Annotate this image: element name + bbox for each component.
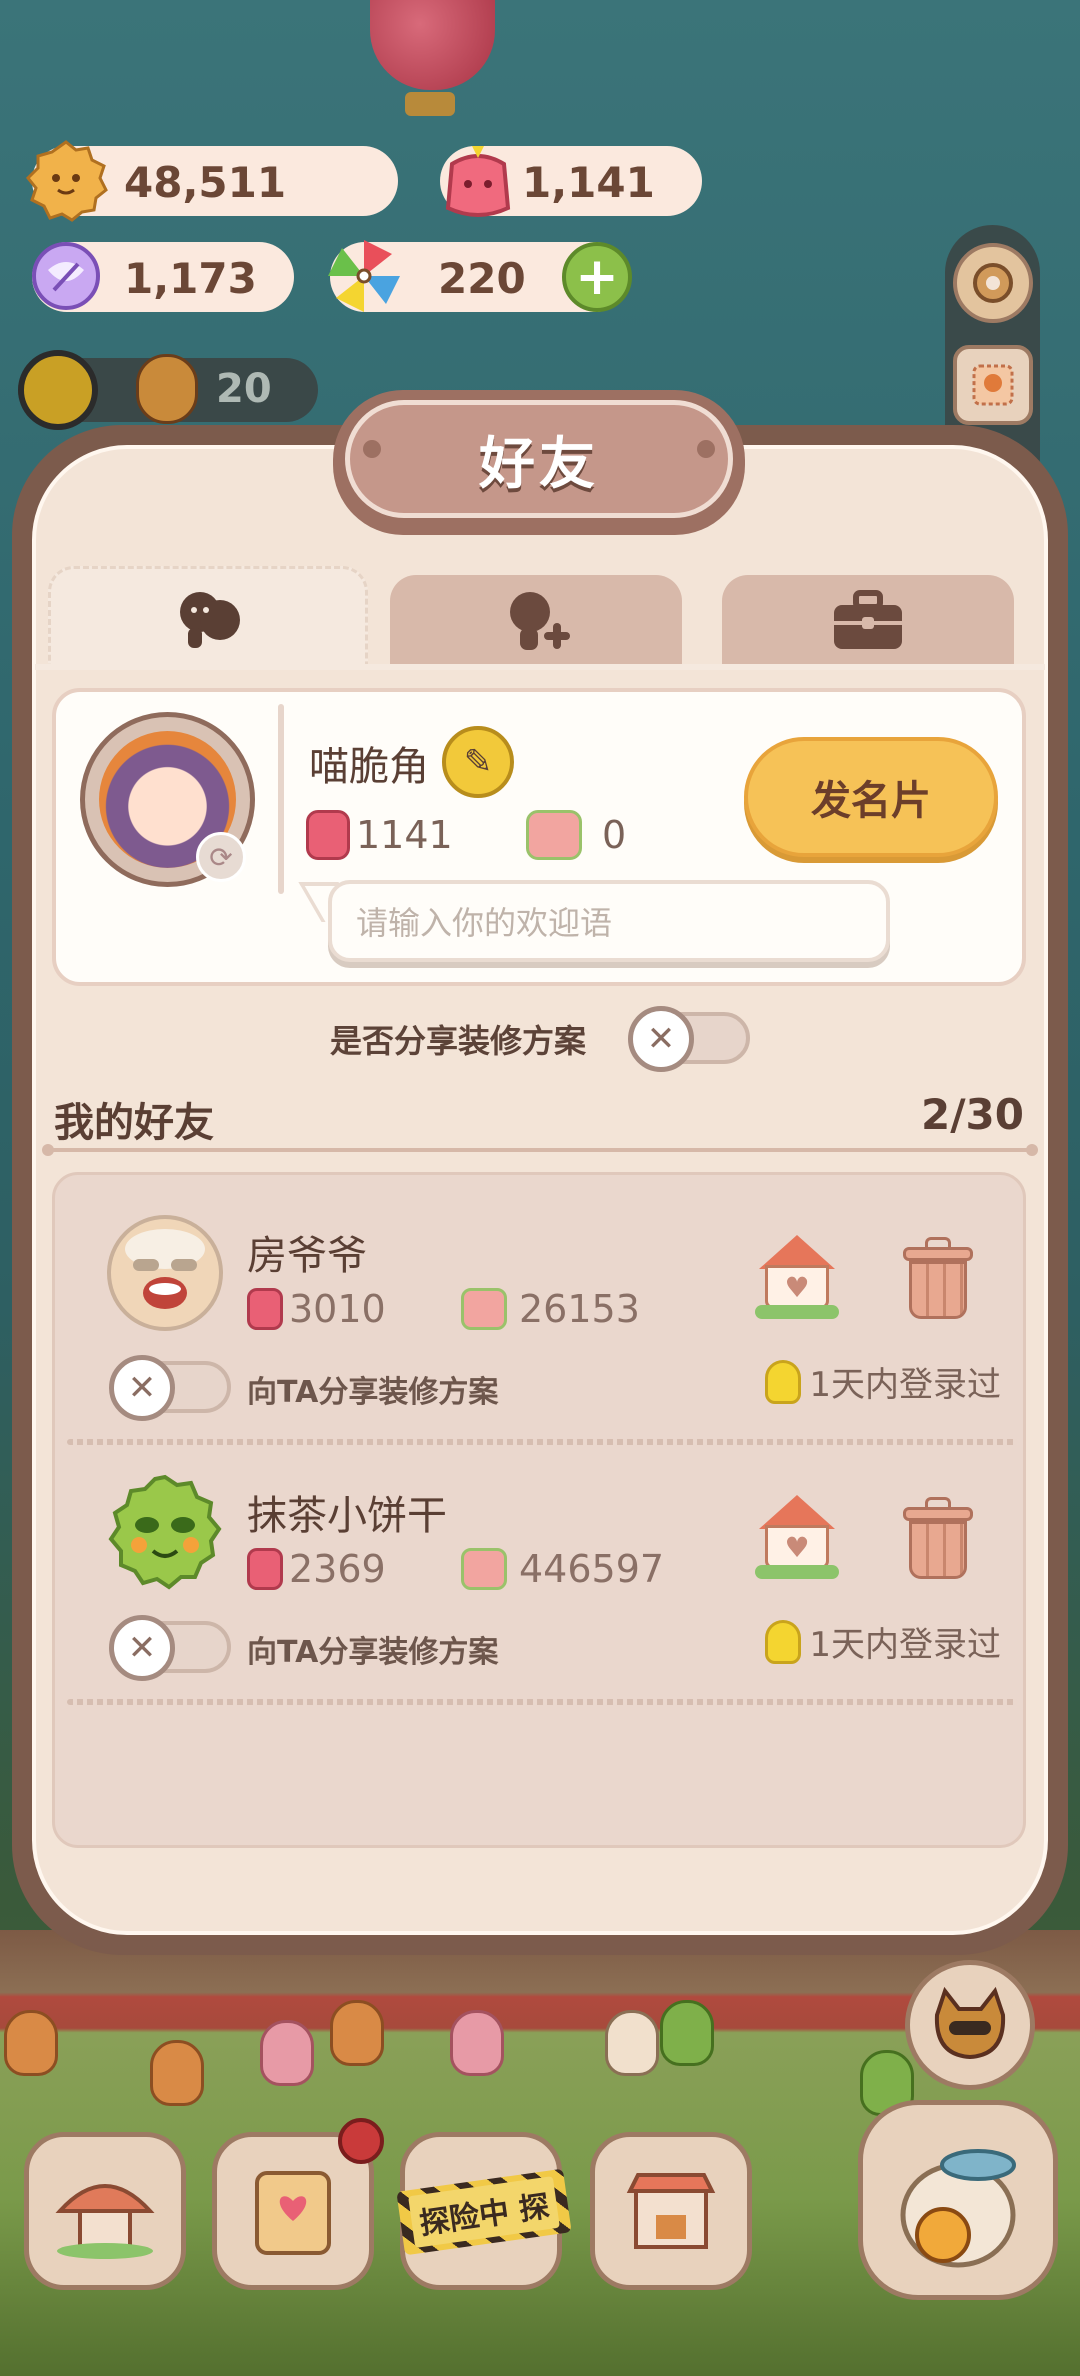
notification-dot (338, 2118, 384, 2164)
crystal-counter: 1,173 (32, 242, 294, 312)
cookie-npc (605, 2010, 659, 2076)
friends-icon (180, 591, 240, 648)
gear-cookie-icon[interactable] (953, 243, 1033, 323)
share-plan-toggle[interactable]: ✕ (628, 1006, 750, 1072)
level-cookies-value: 20 (216, 366, 272, 412)
card-stat: 0 (526, 810, 626, 860)
jelly-icon (434, 136, 522, 224)
friends-list: 房爷爷 3010 26153 ♥ ✕ 向TA分享装修方案 1天内登录过 抹茶小饼… (52, 1172, 1026, 1848)
friend-jelly-stat: 2369 (247, 1547, 386, 1591)
card-icon (461, 1288, 507, 1330)
edit-name-icon[interactable]: ✎ (442, 726, 514, 798)
friend-avatar[interactable] (105, 1213, 225, 1333)
rainbow-pinwheel-icon (320, 232, 408, 320)
cat-alarm-button[interactable] (858, 2100, 1058, 2300)
delete-friend-icon[interactable] (903, 1237, 973, 1321)
jelly-icon (247, 1548, 283, 1590)
rainbow-value: 220 (438, 254, 526, 303)
friend-card-stat: 26153 (461, 1287, 640, 1331)
friend-login-text: 1天内登录过 (809, 1625, 1001, 1665)
stamp-icon[interactable] (953, 345, 1033, 425)
card-stat-value: 0 (602, 813, 627, 857)
visit-house-icon[interactable]: ♥ (755, 1235, 839, 1319)
tab-add-friend[interactable] (390, 575, 682, 667)
tab-briefcase[interactable] (722, 575, 1014, 667)
row-divider (67, 1699, 1017, 1705)
share-plan-label: 是否分享装修方案 (330, 1022, 587, 1060)
friend-row: 抹茶小饼干 2369 446597 ♥ ✕ 向TA分享装修方案 1天内登录过 (55, 1435, 1029, 1695)
sun-icon (18, 350, 98, 430)
jelly-counter: 1,141 (440, 146, 702, 217)
friend-card-stat: 446597 (461, 1547, 664, 1591)
friend-card-value: 446597 (519, 1547, 665, 1591)
cookies-value: 48,511 (124, 158, 287, 207)
nickname: 喵脆角 (309, 744, 429, 790)
my-profile-card: ⟳ 喵脆角 ✎ 1141 0 发名片 请输入你的欢迎语 (52, 688, 1026, 986)
cookies-counter: 48,511 (25, 140, 398, 222)
gingerbread-icon (136, 354, 198, 424)
card-icon (526, 810, 582, 860)
cookie-npc (660, 2000, 714, 2066)
friend-login-status: 1天内登录过 (765, 1357, 1001, 1406)
close-icon: ✕ (109, 1355, 175, 1421)
friend-jelly-value: 3010 (289, 1287, 386, 1331)
cat-event-icon[interactable] (905, 1960, 1035, 2090)
crystal-value: 1,173 (124, 254, 257, 303)
friend-share-toggle[interactable]: ✕ (109, 1355, 231, 1421)
friend-share-toggle[interactable]: ✕ (109, 1615, 231, 1681)
jelly-value: 1,141 (522, 158, 655, 207)
friend-login-status: 1天内登录过 (765, 1617, 1001, 1666)
cookie-icon (22, 136, 110, 224)
friend-jelly-value: 2369 (289, 1547, 386, 1591)
delete-friend-icon[interactable] (903, 1497, 973, 1581)
send-card-button[interactable]: 发名片 (744, 737, 998, 857)
level-bar: 20 (18, 350, 318, 430)
friends-count: 2/30 (920, 1090, 1024, 1139)
visit-house-icon[interactable]: ♥ (755, 1495, 839, 1579)
profile-divider (278, 704, 284, 894)
friend-share-label: 向TA分享装修方案 (247, 1375, 499, 1410)
card-icon (461, 1548, 507, 1590)
cookie-npc (260, 2020, 314, 2086)
jelly-icon (247, 1288, 283, 1330)
close-icon: ✕ (109, 1615, 175, 1681)
bulb-icon (765, 1619, 802, 1664)
refresh-avatar-icon[interactable]: ⟳ (196, 832, 246, 882)
dialog-title: 好友 (479, 431, 599, 497)
balloon-basket (405, 92, 455, 116)
plus-icon[interactable]: + (562, 242, 632, 312)
bulb-icon (765, 1359, 802, 1404)
jelly-stat-value: 1141 (356, 813, 453, 857)
cookie-npc (4, 2010, 58, 2076)
tab-friends[interactable] (48, 566, 368, 668)
shop-button[interactable] (590, 2132, 752, 2290)
cookie-npc (450, 2010, 504, 2076)
jelly-icon (306, 810, 350, 860)
friends-divider (42, 1144, 1038, 1156)
close-icon: ✕ (628, 1006, 694, 1072)
dialog-title-plate: 好友 (333, 390, 745, 535)
greeting-input[interactable]: 请输入你的欢迎语 (328, 880, 890, 962)
friend-row: 房爷爷 3010 26153 ♥ ✕ 向TA分享装修方案 1天内登录过 (55, 1175, 1029, 1435)
cookie-npc (150, 2040, 204, 2106)
friend-login-text: 1天内登录过 (809, 1365, 1001, 1405)
friend-avatar[interactable] (105, 1473, 225, 1593)
jelly-stat: 1141 (306, 810, 453, 860)
friend-name: 抹茶小饼干 (247, 1493, 447, 1539)
crystal-icon (22, 232, 110, 320)
add-friend-icon (510, 592, 570, 650)
mushroom-house-button[interactable] (24, 2132, 186, 2290)
friend-share-label: 向TA分享装修方案 (247, 1635, 499, 1670)
friend-jelly-stat: 3010 (247, 1287, 386, 1331)
tab-underline (35, 664, 1045, 670)
friend-card-value: 26153 (519, 1287, 640, 1331)
briefcase-icon (834, 590, 902, 649)
hot-air-balloon (370, 0, 495, 90)
friend-name: 房爷爷 (247, 1233, 367, 1279)
friends-header: 我的好友 (54, 1100, 214, 1146)
cookie-npc (330, 2000, 384, 2066)
